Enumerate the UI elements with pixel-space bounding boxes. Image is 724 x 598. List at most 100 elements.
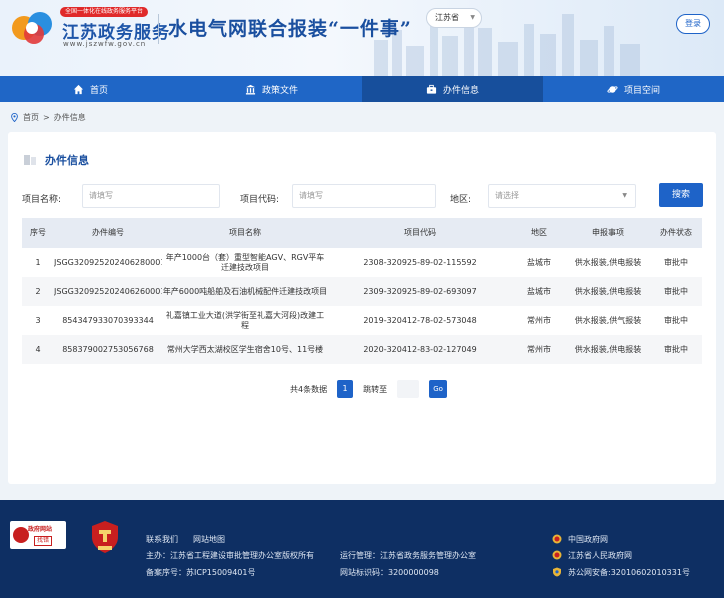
emblem-icon xyxy=(552,534,562,544)
column-header: 项目代码 xyxy=(404,228,436,237)
row-number: 1 xyxy=(35,257,41,267)
sitemap-link[interactable]: 网站地图 xyxy=(193,534,225,545)
emblem-icon xyxy=(552,550,562,560)
jump-label: 跳转至 xyxy=(363,384,388,394)
nav-item-label: 政策文件 xyxy=(261,85,298,96)
total-count: 共4条数据 xyxy=(290,384,328,394)
planet-icon xyxy=(607,85,618,93)
table-row[interactable]: 1 JSGG320925202406280001 年产1000台（套）重型智能A… xyxy=(22,248,702,277)
icp-text[interactable]: 备案序号：苏ICP15009401号 xyxy=(146,567,256,578)
breadcrumb-separator: > xyxy=(43,113,50,122)
column-header: 地区 xyxy=(531,228,547,237)
site-code-text: 网站标识码：3200000098 xyxy=(340,568,439,577)
case-status: 审批中 xyxy=(664,315,688,325)
contact-link[interactable]: 联系我们 xyxy=(146,534,178,545)
sponsor-text: 主办：江苏省工程建设审批管理办公室版权所有 xyxy=(146,551,314,560)
page-number-button[interactable]: 1 xyxy=(337,380,354,398)
party-gov-badge-icon[interactable] xyxy=(90,520,120,554)
site-footer: 政府网站 找错 联系我们 网站地图 主办：江苏省工程建设审批管理办公室版权所有 … xyxy=(0,500,724,598)
home-icon xyxy=(73,84,84,94)
project-name: 礼嘉镇工业大道(洪学街至礼嘉大河段)改建工程 xyxy=(165,310,325,330)
project-name: 年产1000台（套）重型智能AGV、RGV平车迁建技改项目 xyxy=(165,252,325,272)
jiangsu-gov-link[interactable]: 江苏省人民政府网 xyxy=(568,550,632,561)
header-divider xyxy=(158,14,159,44)
china-gov-link[interactable]: 中国政府网 xyxy=(568,534,608,545)
row-number: 3 xyxy=(35,315,41,325)
case-status: 审批中 xyxy=(664,286,688,296)
column-header: 序号 xyxy=(30,228,46,237)
case-status: 审批中 xyxy=(664,257,688,267)
case-status: 审批中 xyxy=(664,344,688,354)
public-security-record-link[interactable]: 苏公网安备:32010602010331号 xyxy=(568,567,690,578)
application-items: 供水报装,供电报装 xyxy=(574,286,642,296)
region: 盐城市 xyxy=(527,286,551,296)
region-filter-label: 地区: xyxy=(450,195,472,205)
panel-title: 办件信息 xyxy=(24,152,89,168)
site-header: 全国一体化在线政务服务平台 江苏政务服务 www.jszwfw.gov.cn 水… xyxy=(0,0,724,76)
briefcase-icon xyxy=(426,84,437,94)
search-button[interactable]: 搜索 xyxy=(659,183,703,207)
case-id: JSGG320925202406280001 xyxy=(54,257,162,267)
region-dropdown[interactable]: 江苏省 ▼ xyxy=(426,8,482,28)
emblem-icon xyxy=(13,527,29,543)
table-row[interactable]: 2 JSGG320925202406260001 年产6000吨船舶及石油机械配… xyxy=(22,277,702,306)
table-row[interactable]: 3 854347933070393344 礼嘉镇工业大道(洪学街至礼嘉大河段)改… xyxy=(22,306,702,335)
location-pin-icon xyxy=(11,113,18,122)
project-code: 2020-320412-83-02-127049 xyxy=(363,344,477,354)
column-header: 申报事项 xyxy=(592,228,624,237)
nav-item-policy[interactable]: 政策文件 xyxy=(181,76,362,102)
main-nav: 首页 政策文件 办件信息 项目空间 xyxy=(0,76,724,102)
nav-item-project-space[interactable]: 项目空间 xyxy=(543,76,724,102)
site-title: 水电气网联合报装“一件事” xyxy=(168,18,412,40)
region-filter-select[interactable]: 请选择 ▼ xyxy=(488,184,636,208)
building-icon xyxy=(245,84,256,95)
application-items: 供水报装,供气报装 xyxy=(574,315,642,325)
project-name: 年产6000吨船舶及石油机械配件迁建技改项目 xyxy=(162,286,328,296)
platform-badge: 全国一体化在线政务服务平台 xyxy=(60,7,149,17)
project-code-label: 项目代码: xyxy=(240,195,280,205)
panel-title-text: 办件信息 xyxy=(45,154,89,167)
chevron-down-icon: ▼ xyxy=(470,14,475,21)
police-badge-icon xyxy=(553,567,561,577)
go-button[interactable]: Go xyxy=(429,380,448,398)
chevron-down-icon: ▼ xyxy=(622,192,627,199)
column-header: 项目名称 xyxy=(229,228,261,237)
login-button[interactable]: 登录 xyxy=(676,14,710,34)
nav-item-cases[interactable]: 办件信息 xyxy=(362,76,543,102)
gov-badge-action: 找错 xyxy=(34,536,53,546)
operator-text: 运行管理：江苏省政务服务管理办公室 xyxy=(340,551,476,560)
case-id: JSGG320925202406260001 xyxy=(54,286,162,296)
application-items: 供水报装,供电报装 xyxy=(574,257,642,267)
pagination: 共4条数据 1 跳转至 Go xyxy=(290,380,448,398)
region: 常州市 xyxy=(527,315,551,325)
row-number: 4 xyxy=(35,344,41,354)
column-header: 办件状态 xyxy=(660,228,692,237)
project-code: 2019-320412-78-02-573048 xyxy=(363,315,477,325)
jiangsu-logo-icon[interactable] xyxy=(10,8,62,48)
project-code-input[interactable]: 请填写 xyxy=(292,184,436,208)
application-items: 供水报装,供电报装 xyxy=(574,344,642,354)
region-filter-placeholder: 请选择 xyxy=(495,191,519,200)
breadcrumb-current: 办件信息 xyxy=(53,113,86,122)
project-name-input[interactable]: 请填写 xyxy=(82,184,220,208)
case-id: 858379002753056768 xyxy=(62,344,154,354)
case-id: 854347933070393344 xyxy=(62,315,154,325)
table-row[interactable]: 4 858379002753056768 常州大学西太湖校区学生宿舍10号、11… xyxy=(22,335,702,364)
breadcrumb-home-link[interactable]: 首页 xyxy=(23,112,39,123)
gov-site-error-badge[interactable]: 政府网站 找错 xyxy=(10,521,66,549)
nav-item-label: 项目空间 xyxy=(623,85,660,96)
region: 常州市 xyxy=(527,344,551,354)
nav-item-home[interactable]: 首页 xyxy=(0,76,181,102)
column-header: 办件编号 xyxy=(92,228,124,237)
nav-item-label: 首页 xyxy=(89,85,108,96)
case-info-panel: 办件信息 项目名称: 请填写 项目代码: 请填写 地区: 请选择 ▼ 搜索 序号… xyxy=(8,132,716,484)
project-name: 常州大学西太湖校区学生宿舍10号、11号楼 xyxy=(166,344,324,354)
logo-url: www.jszwfw.gov.cn xyxy=(63,40,147,48)
nav-item-label: 办件信息 xyxy=(442,85,479,96)
jump-page-input[interactable] xyxy=(397,380,420,398)
case-table: 序号 办件编号 项目名称 项目代码 地区 申报事项 办件状态 1 JSGG320… xyxy=(22,218,702,364)
project-code: 2309-320925-89-02-693097 xyxy=(363,286,477,296)
project-name-label: 项目名称: xyxy=(22,195,62,205)
row-number: 2 xyxy=(35,286,41,296)
project-code: 2308-320925-89-02-115592 xyxy=(363,257,477,267)
